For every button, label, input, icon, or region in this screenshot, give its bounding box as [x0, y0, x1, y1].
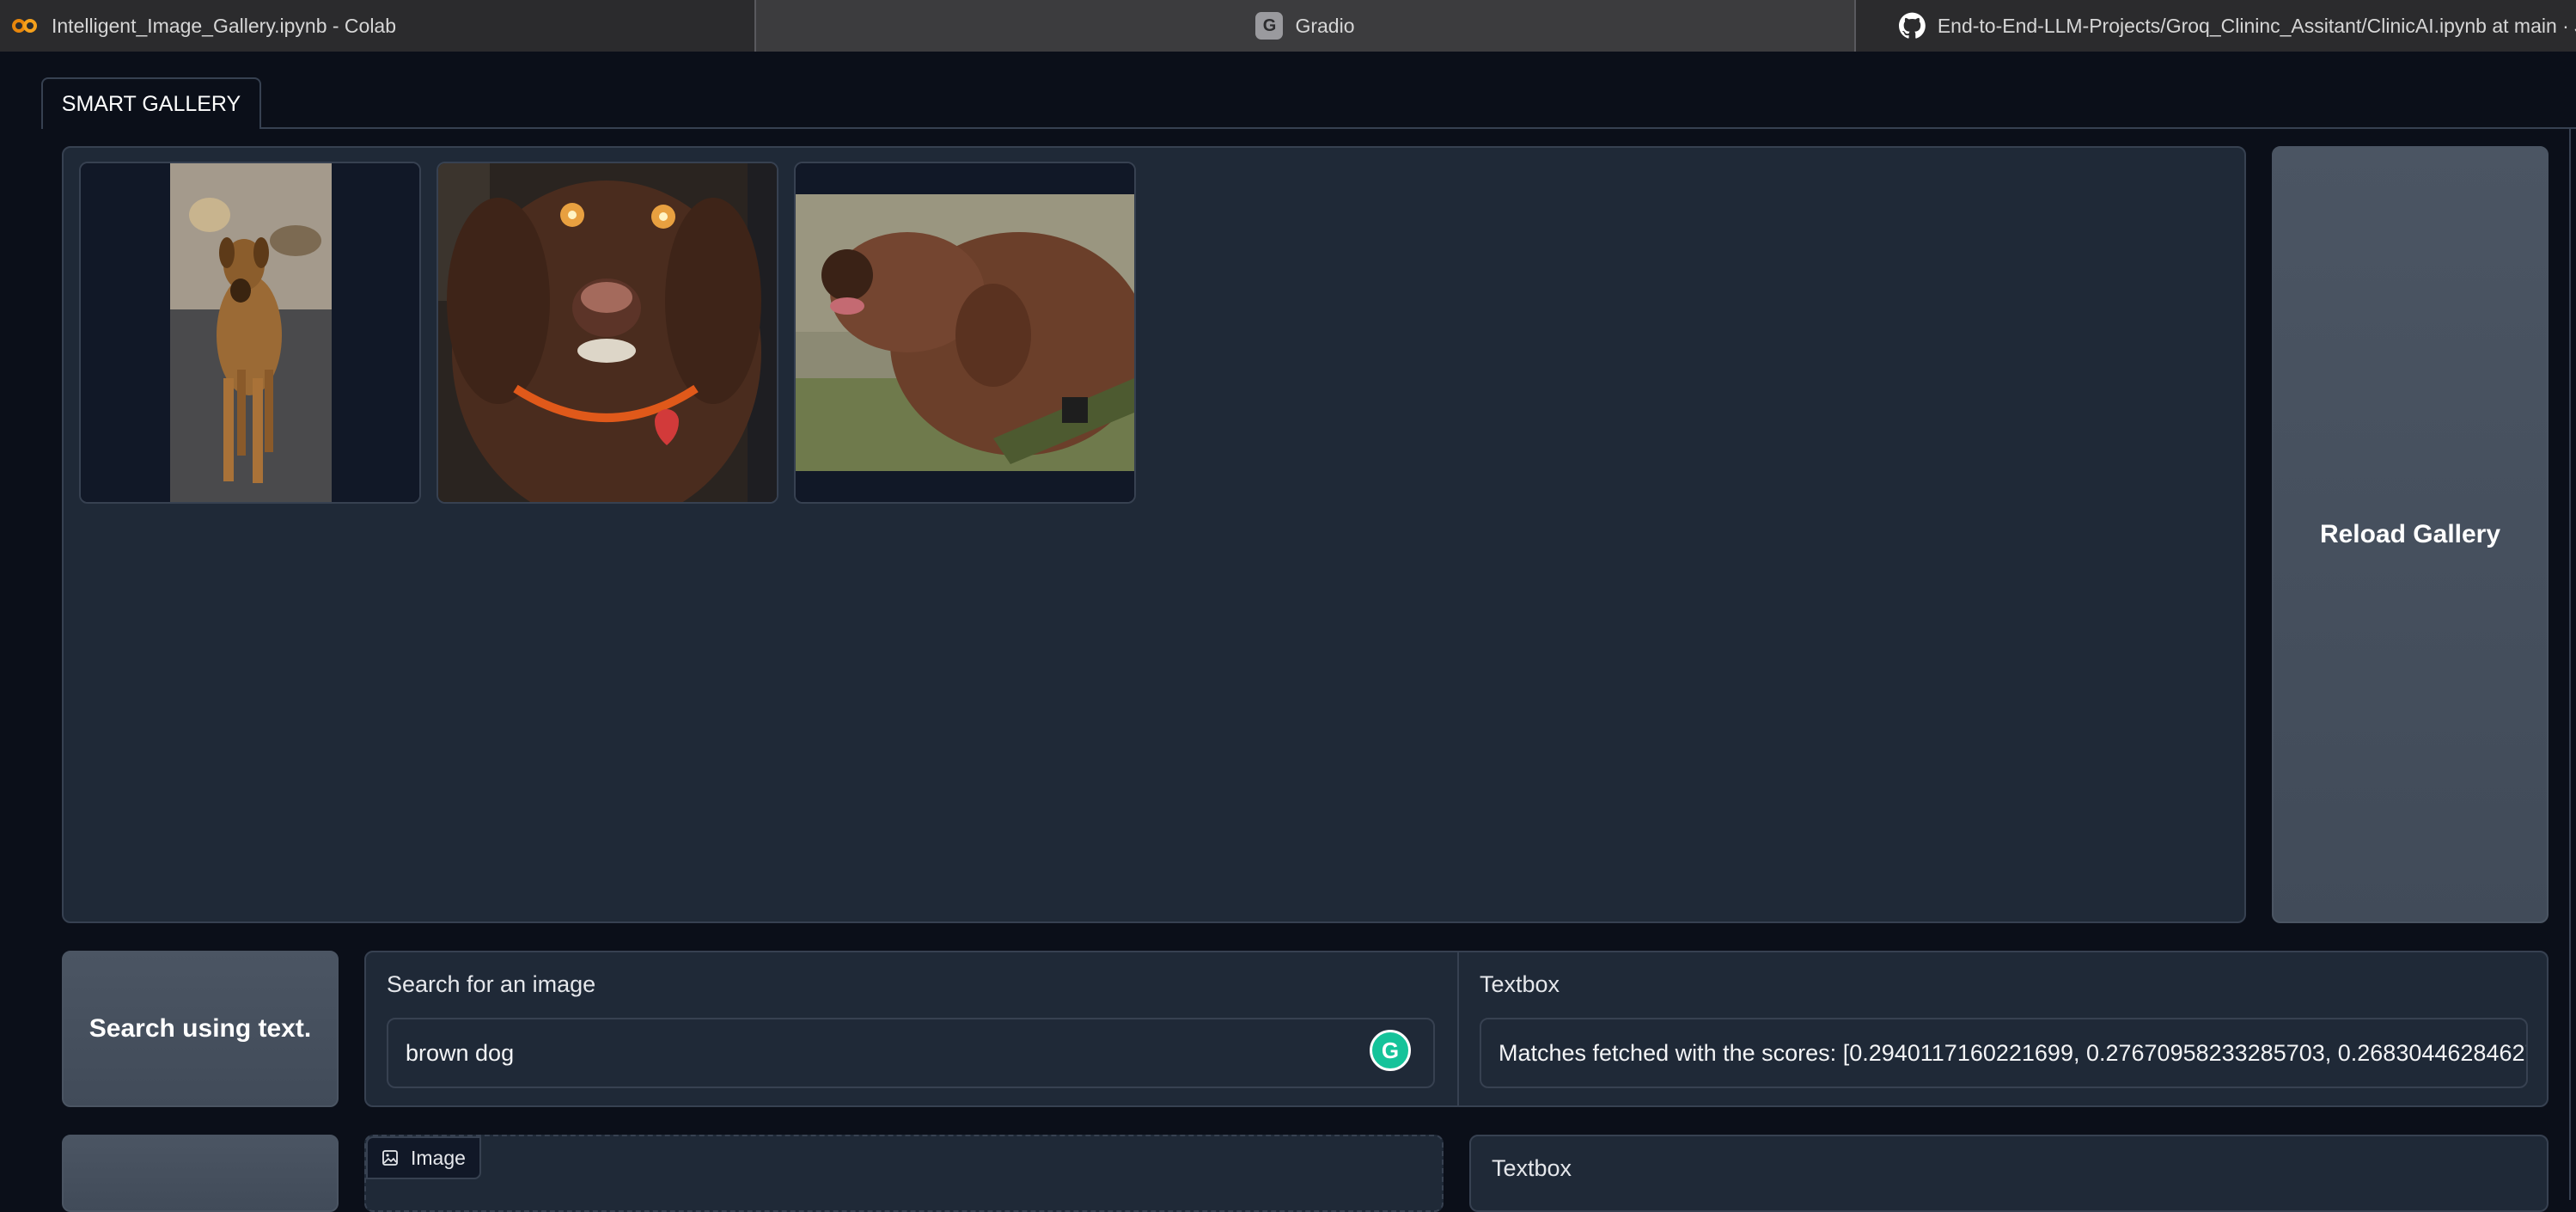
search-field-label: Search for an image [387, 971, 596, 997]
browser-tab-github[interactable]: End-to-End-LLM-Projects/Groq_Clininc_Ass… [1854, 0, 2576, 52]
colab-icon [12, 17, 40, 34]
tab-label: Intelligent_Image_Gallery.ipynb - Colab [52, 14, 397, 37]
search-using-image-button[interactable] [62, 1135, 339, 1212]
search-input[interactable]: brown dog G [387, 1018, 1435, 1088]
result-textbox[interactable]: Matches fetched with the scores: [0.2940… [1480, 1018, 2528, 1088]
gallery-thumbnail[interactable] [794, 162, 1136, 504]
search-input-value: brown dog [406, 1039, 515, 1066]
result-textbox-label: Textbox [1480, 971, 1560, 997]
reload-gallery-button[interactable]: Reload Gallery [2272, 146, 2549, 923]
browser-tab-strip: Intelligent_Image_Gallery.ipynb - Colab … [0, 0, 2576, 52]
tab-label: End-to-End-LLM-Projects/Groq_Clininc_Ass… [1937, 14, 2576, 37]
panel-border [2569, 127, 2571, 1200]
dog-photo-closeup [438, 163, 777, 502]
image-icon [382, 1150, 398, 1166]
result-textbox-value: Matches fetched with the scores: [0.2940… [1499, 1039, 2528, 1066]
search-row-container: Search for an image brown dog G Textbox … [364, 951, 2549, 1107]
column-divider [1457, 952, 1459, 1105]
tab-divider [41, 127, 2576, 129]
tab-label: Gradio [1295, 14, 1355, 37]
browser-tab-colab[interactable]: Intelligent_Image_Gallery.ipynb - Colab [0, 0, 756, 52]
image-upload-area[interactable]: Image [364, 1135, 1444, 1212]
second-textbox-container: Textbox [1469, 1135, 2549, 1212]
dog-photo-profile [796, 163, 1134, 502]
grammarly-icon[interactable]: G [1370, 1030, 1411, 1071]
gradio-icon: G [1255, 12, 1284, 40]
image-gallery [62, 146, 2246, 923]
second-textbox-label: Textbox [1492, 1155, 1572, 1181]
gallery-thumbnail[interactable] [436, 162, 778, 504]
image-label: Image [411, 1146, 466, 1169]
search-using-text-button[interactable]: Search using text. [62, 951, 339, 1107]
image-label-chip: Image [366, 1136, 481, 1179]
gallery-thumbnail[interactable] [79, 162, 421, 504]
browser-tab-gradio[interactable]: G Gradio [756, 0, 1854, 52]
dog-photo-standing [81, 163, 419, 502]
tab-smart-gallery[interactable]: SMART GALLERY [41, 77, 261, 129]
github-icon [1899, 12, 1926, 39]
